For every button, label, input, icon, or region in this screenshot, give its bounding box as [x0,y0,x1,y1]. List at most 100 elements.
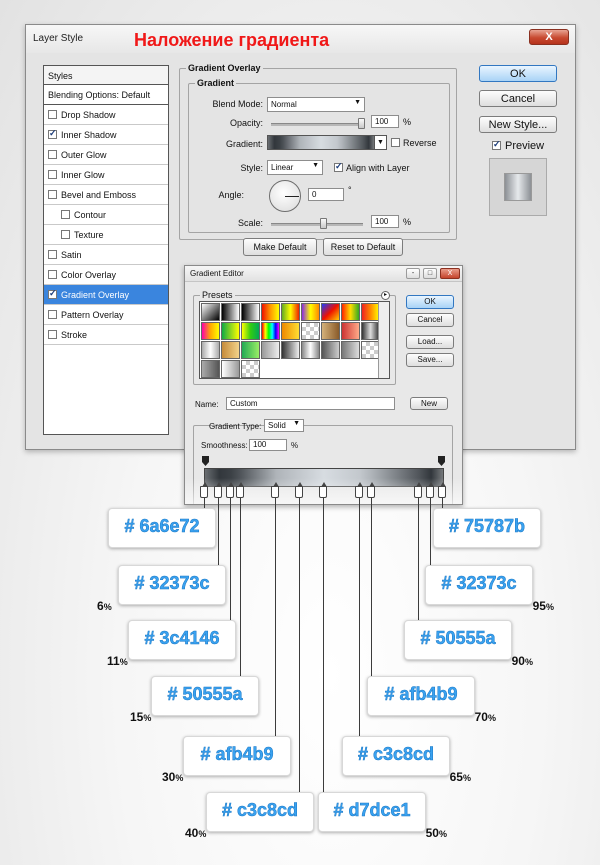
scale-slider-thumb[interactable] [320,218,327,229]
style-item[interactable]: Drop Shadow [44,105,168,125]
opacity-input[interactable]: 100 [371,115,399,128]
style-select[interactable]: Linear ▼ [267,160,323,175]
preset-swatch[interactable] [221,360,240,378]
color-stop-marker[interactable] [319,482,327,498]
preset-swatch[interactable] [241,322,260,340]
style-item[interactable]: Satin [44,245,168,265]
make-default-button[interactable]: Make Default [243,238,317,256]
preset-swatch[interactable] [201,341,220,359]
angle-input[interactable]: 0 [308,188,344,201]
style-checkbox[interactable] [48,310,57,319]
preset-swatch[interactable] [301,322,320,340]
ge-load-button[interactable]: Load... [406,335,454,349]
preset-swatch[interactable] [261,303,280,321]
preset-swatch[interactable] [341,303,360,321]
style-checkbox[interactable] [48,150,57,159]
preset-swatch[interactable] [241,341,260,359]
gradient-picker-arrow[interactable]: ▼ [375,135,387,150]
preset-swatch[interactable] [201,303,220,321]
color-stop-marker[interactable] [367,482,375,498]
style-item[interactable]: Bevel and Emboss [44,185,168,205]
preview-checkbox[interactable] [492,139,501,150]
style-checkbox[interactable] [48,250,57,259]
presets-menu-icon[interactable]: ▸ [381,291,390,300]
preset-swatch[interactable] [241,360,260,378]
preset-swatch[interactable] [321,322,340,340]
color-stop-marker[interactable] [271,482,279,498]
style-checkbox[interactable] [48,270,57,279]
style-item[interactable]: Inner Glow [44,165,168,185]
style-checkbox[interactable] [48,110,57,119]
ge-ok-button[interactable]: OK [406,295,454,309]
preset-swatch[interactable] [341,341,360,359]
opacity-slider[interactable] [271,118,365,129]
style-checkbox[interactable] [48,170,57,179]
color-stop-marker[interactable] [438,482,446,498]
style-item[interactable]: Gradient Overlay [44,285,168,305]
new-button[interactable]: New [410,397,448,410]
style-item[interactable]: Color Overlay [44,265,168,285]
maximize-icon[interactable]: □ [423,268,437,279]
color-stop-marker[interactable] [355,482,363,498]
preset-swatch[interactable] [281,303,300,321]
preset-swatch[interactable] [201,360,220,378]
color-stop-marker[interactable] [214,482,222,498]
style-checkbox[interactable] [61,230,70,239]
preset-swatch[interactable] [221,322,240,340]
minimize-icon[interactable]: - [406,268,420,279]
ge-save-button[interactable]: Save... [406,353,454,367]
preset-swatch[interactable] [301,303,320,321]
style-item[interactable]: Stroke [44,325,168,345]
presets-scrollbar[interactable] [378,302,389,378]
align-with-layer-checkbox[interactable] [334,161,343,172]
preset-swatch[interactable] [281,322,300,340]
name-input[interactable]: Custom [226,397,395,410]
color-stop-marker[interactable] [226,482,234,498]
preset-swatch[interactable] [321,341,340,359]
color-stop-marker[interactable] [414,482,422,498]
reset-to-default-button[interactable]: Reset to Default [323,238,403,256]
preset-swatch[interactable] [341,322,360,340]
blending-options-item[interactable]: Blending Options: Default [44,85,168,105]
color-stop-marker[interactable] [426,482,434,498]
preset-swatch[interactable] [281,341,300,359]
ok-button[interactable]: OK [479,65,557,82]
style-item[interactable]: Inner Shadow [44,125,168,145]
smoothness-input[interactable]: 100 [249,439,287,451]
angle-dial[interactable] [269,180,301,212]
preset-swatch[interactable] [301,341,320,359]
opacity-slider-thumb[interactable] [358,118,365,129]
style-item[interactable]: Contour [44,205,168,225]
style-item[interactable]: Outer Glow [44,145,168,165]
preset-swatch[interactable] [201,322,220,340]
preset-swatch[interactable] [241,303,260,321]
color-stop-marker[interactable] [295,482,303,498]
new-style-button[interactable]: New Style... [479,116,557,133]
gradient-type-select[interactable]: Solid ▼ [264,419,304,432]
preset-swatch[interactable] [261,341,280,359]
leader-line [359,498,360,738]
scale-input[interactable]: 100 [371,215,399,228]
close-icon[interactable]: X [440,268,460,279]
style-checkbox[interactable] [61,210,70,219]
color-stop-marker[interactable] [236,482,244,498]
preset-swatch[interactable] [221,303,240,321]
gradient-swatch[interactable] [267,135,375,150]
blend-mode-select[interactable]: Normal ▼ [267,97,365,112]
preset-swatch[interactable] [321,303,340,321]
style-item[interactable]: Texture [44,225,168,245]
color-stop-marker[interactable] [200,482,208,498]
preset-swatch[interactable] [221,341,240,359]
scale-slider[interactable] [271,218,363,229]
style-checkbox[interactable] [48,190,57,199]
reverse-checkbox[interactable] [391,138,400,147]
close-button[interactable]: X [529,29,569,45]
cancel-button[interactable]: Cancel [479,90,557,107]
ge-cancel-button[interactable]: Cancel [406,313,454,327]
preset-swatch[interactable] [261,322,280,340]
style-item[interactable]: Pattern Overlay [44,305,168,325]
style-checkbox[interactable] [48,128,57,139]
style-checkbox[interactable] [48,330,57,339]
style-checkbox[interactable] [48,288,57,299]
styles-header[interactable]: Styles [44,66,168,85]
